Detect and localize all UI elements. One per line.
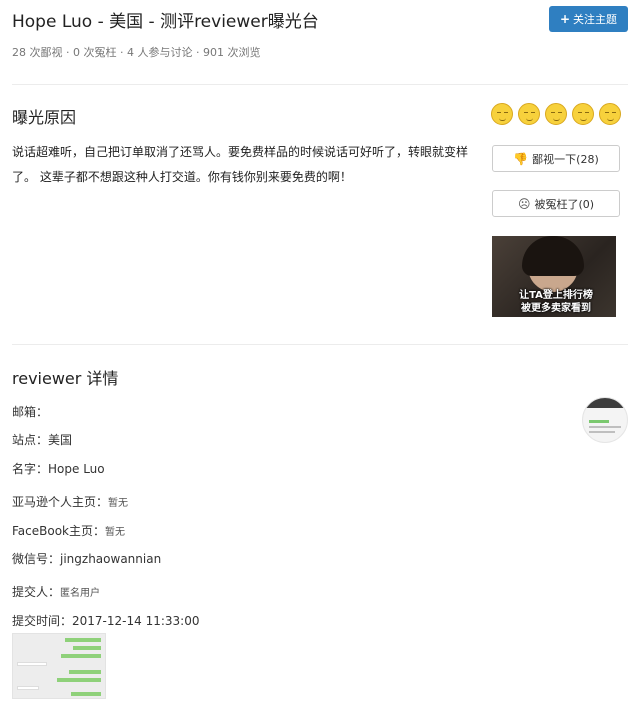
- avatar[interactable]: [582, 397, 628, 443]
- amazon-profile-field: 亚马逊个人主页：暂无: [12, 493, 128, 510]
- leaderboard-ad-banner[interactable]: 让TA登上排行榜 被更多卖家看到: [492, 236, 616, 317]
- face-icon[interactable]: [518, 103, 540, 125]
- details-heading: reviewer 详情: [12, 369, 119, 388]
- facebook-profile-field: FaceBook主页：暂无: [12, 522, 125, 539]
- reason-text: 说话超难听，自己把订单取消了还骂人。要免费样品的时候说话可好听了，转眼就变样了。…: [12, 145, 469, 184]
- despise-button[interactable]: 👎 鄙视一下(28): [492, 145, 620, 172]
- wechat-value: jingzhaowannian: [60, 552, 162, 566]
- reason-heading: 曝光原因: [12, 108, 77, 127]
- amazon-profile-value: 暂无: [108, 498, 129, 509]
- face-icon[interactable]: [545, 103, 567, 125]
- despise-label: 鄙视一下(28): [532, 152, 599, 166]
- page-title: Hope Luo - 美国 - 测评reviewer曝光台: [12, 12, 319, 32]
- follow-topic-label: 关注主题: [573, 13, 618, 26]
- topic-stats: 28 次鄙视 · 0 次冤枉 · 4 人参与讨论 · 901 次浏览: [12, 46, 261, 59]
- submit-time-field: 提交时间：2017-12-14 11:33:00: [12, 612, 199, 629]
- thumbs-down-icon: 👎: [513, 151, 529, 166]
- plus-icon: +: [559, 12, 571, 26]
- wechat-label: 微信号：: [12, 552, 61, 566]
- name-value: Hope Luo: [48, 462, 105, 476]
- facebook-profile-label: FaceBook主页：: [12, 524, 106, 538]
- submitter-field: 提交人：匿名用户: [12, 583, 100, 600]
- facebook-profile-value: 暂无: [105, 527, 126, 538]
- site-value: 美国: [48, 433, 73, 447]
- follow-topic-button[interactable]: + 关注主题: [549, 6, 628, 32]
- divider-middle: [12, 344, 628, 345]
- site-field: 站点：美国: [12, 431, 72, 448]
- face-icon[interactable]: [572, 103, 594, 125]
- ad-line-2: 被更多卖家看到: [521, 303, 591, 314]
- submitter-label: 提交人：: [12, 585, 61, 599]
- email-label: 邮箱：: [12, 405, 49, 419]
- sad-face-icon: ☹: [517, 196, 531, 211]
- evidence-screenshot-thumbnail[interactable]: [12, 633, 106, 699]
- name-field: 名字：Hope Luo: [12, 460, 105, 477]
- wronged-button[interactable]: ☹ 被冤枉了(0): [492, 190, 620, 217]
- divider-top: [12, 84, 628, 85]
- wechat-field: 微信号：jingzhaowannian: [12, 550, 161, 567]
- face-icon[interactable]: [599, 103, 621, 125]
- name-label: 名字：: [12, 462, 49, 476]
- submitter-value: 匿名用户: [60, 588, 101, 599]
- email-field: 邮箱：: [12, 403, 48, 420]
- face-rating: [491, 103, 621, 125]
- site-label: 站点：: [12, 433, 49, 447]
- wronged-label: 被冤枉了(0): [534, 197, 595, 211]
- submit-time-label: 提交时间：: [12, 614, 73, 628]
- amazon-profile-label: 亚马逊个人主页：: [12, 495, 109, 509]
- submit-time-value: 2017-12-14 11:33:00: [72, 614, 200, 628]
- face-icon[interactable]: [491, 103, 513, 125]
